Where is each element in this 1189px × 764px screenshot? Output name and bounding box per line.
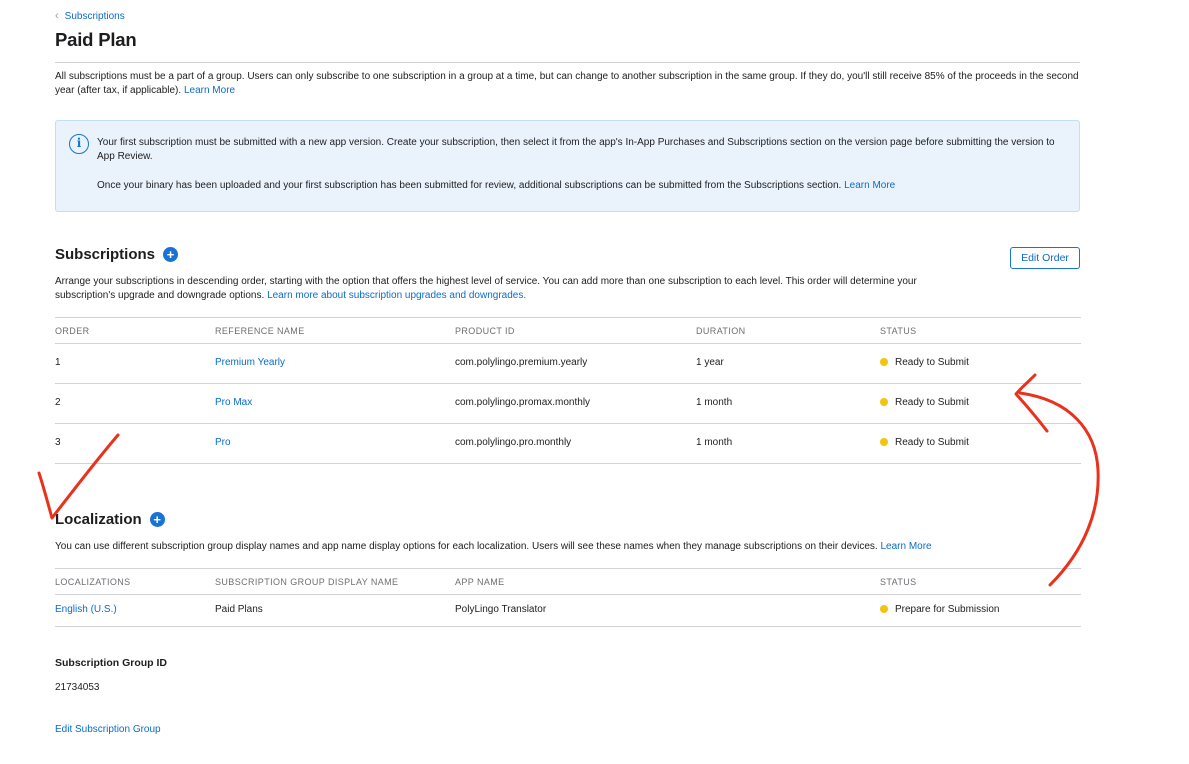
localization-description: You can use different subscription group…: [55, 540, 1080, 554]
info-paragraph-2-text: Once your binary has been uploaded and y…: [97, 180, 845, 191]
column-header-localizations[interactable]: LOCALIZATIONS: [55, 577, 131, 587]
upgrades-downgrades-link[interactable]: Learn more about subscription upgrades a…: [267, 290, 526, 301]
localization-title: Localization: [55, 511, 142, 528]
column-header-duration[interactable]: DURATION: [696, 326, 746, 336]
status-dot-icon: [880, 438, 888, 446]
column-header-status[interactable]: STATUS: [880, 577, 917, 587]
breadcrumb-subscriptions-link[interactable]: Subscriptions: [65, 11, 125, 22]
column-header-product-id[interactable]: PRODUCT ID: [455, 326, 515, 336]
table-row[interactable]: English (U.S.) Paid Plans PolyLingo Tran…: [55, 595, 1081, 627]
group-display-name: Paid Plans: [215, 604, 263, 615]
status-text: Ready to Submit: [895, 397, 969, 408]
reference-name-link[interactable]: Pro Max: [215, 397, 252, 408]
table-header: LOCALIZATIONS SUBSCRIPTION GROUP DISPLAY…: [55, 568, 1081, 595]
add-subscription-button[interactable]: +: [163, 247, 179, 262]
status-dot-icon: [880, 398, 888, 406]
reference-name-link[interactable]: Premium Yearly: [215, 357, 285, 368]
edit-subscription-group-link[interactable]: Edit Subscription Group: [55, 724, 161, 735]
table-row[interactable]: 1 Premium Yearly com.polylingo.premium.y…: [55, 344, 1081, 384]
intro-learn-more-link[interactable]: Learn More: [184, 85, 235, 96]
status-dot-icon: [880, 605, 888, 613]
row-order: 2: [55, 397, 61, 408]
subscriptions-title: Subscriptions: [55, 246, 156, 263]
breadcrumb: ‹ Subscriptions: [55, 10, 125, 23]
chevron-left-icon: ‹: [55, 10, 59, 22]
table-header: ORDER REFERENCE NAME PRODUCT ID DURATION…: [55, 317, 1081, 344]
info-banner: i Your first subscription must be submit…: [55, 120, 1080, 212]
duration: 1 month: [696, 437, 733, 448]
status-cell: Prepare for Submission: [880, 604, 1000, 615]
duration: 1 month: [696, 397, 733, 408]
status-cell: Ready to Submit: [880, 357, 969, 368]
info-learn-more-link[interactable]: Learn More: [844, 180, 895, 191]
column-header-order: ORDER: [55, 326, 90, 336]
info-circle-icon: i: [69, 134, 89, 154]
status-text: Prepare for Submission: [895, 604, 1000, 615]
intro-text: All subscriptions must be a part of a gr…: [55, 70, 1080, 98]
status-cell: Ready to Submit: [880, 397, 969, 408]
status-dot-icon: [880, 358, 888, 366]
localization-link[interactable]: English (U.S.): [55, 604, 117, 615]
row-order: 3: [55, 437, 61, 448]
localization-table: LOCALIZATIONS SUBSCRIPTION GROUP DISPLAY…: [55, 568, 1081, 627]
product-id: com.polylingo.promax.monthly: [455, 397, 591, 408]
column-header-app-name[interactable]: APP NAME: [455, 577, 505, 587]
subscription-group-id-value: 21734053: [55, 682, 100, 693]
subscription-group-id-label: Subscription Group ID: [55, 657, 167, 669]
localization-desc-text: You can use different subscription group…: [55, 541, 881, 552]
info-paragraph-1: Your first subscription must be submitte…: [97, 137, 1055, 162]
divider: [55, 62, 1080, 63]
status-text: Ready to Submit: [895, 437, 969, 448]
localization-heading: Localization +: [55, 511, 165, 528]
plus-circle-icon: +: [166, 247, 175, 262]
product-id: com.polylingo.premium.yearly: [455, 357, 588, 368]
plus-circle-icon: +: [153, 512, 161, 527]
info-paragraph-2: Once your binary has been uploaded and y…: [97, 179, 1067, 193]
column-header-group-display-name[interactable]: SUBSCRIPTION GROUP DISPLAY NAME: [215, 577, 398, 587]
subscriptions-heading: Subscriptions +: [55, 246, 179, 263]
localization-learn-more-link[interactable]: Learn More: [880, 541, 931, 552]
product-id: com.polylingo.pro.monthly: [455, 437, 572, 448]
table-row[interactable]: 3 Pro com.polylingo.pro.monthly 1 month …: [55, 424, 1081, 464]
page-title: Paid Plan: [55, 29, 137, 50]
status-text: Ready to Submit: [895, 357, 969, 368]
column-header-reference-name[interactable]: REFERENCE NAME: [215, 326, 305, 336]
add-localization-button[interactable]: +: [149, 512, 165, 527]
column-header-status[interactable]: STATUS: [880, 326, 917, 336]
subscriptions-description: Arrange your subscriptions in descending…: [55, 275, 945, 303]
subscriptions-table: ORDER REFERENCE NAME PRODUCT ID DURATION…: [55, 317, 1081, 464]
app-name: PolyLingo Translator: [455, 604, 547, 615]
table-row[interactable]: 2 Pro Max com.polylingo.promax.monthly 1…: [55, 384, 1081, 424]
status-cell: Ready to Submit: [880, 437, 969, 448]
edit-order-button[interactable]: Edit Order: [1010, 247, 1080, 269]
duration: 1 year: [696, 357, 724, 368]
row-order: 1: [55, 357, 61, 368]
reference-name-link[interactable]: Pro: [215, 437, 231, 448]
